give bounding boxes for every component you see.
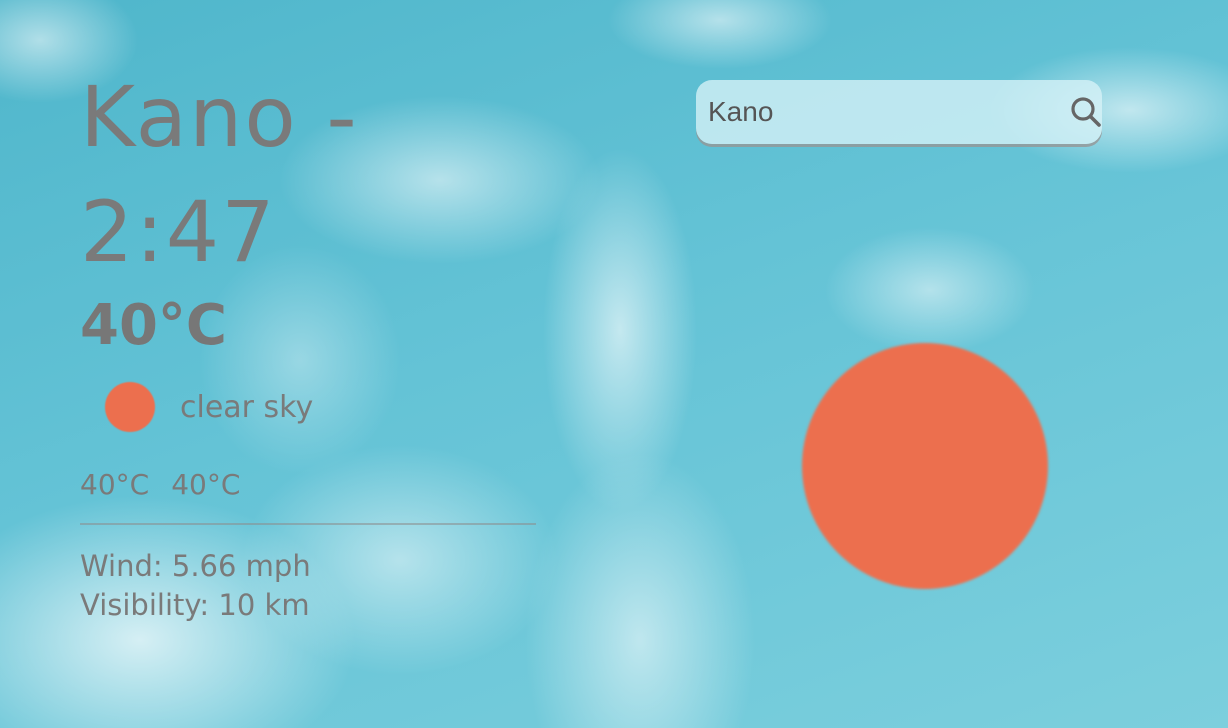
weather-details: Wind: 5.66 mph Visibility: 10 km	[80, 547, 536, 625]
search-button[interactable]	[1069, 91, 1103, 133]
visibility: Visibility: 10 km	[80, 588, 310, 622]
condition-text: clear sky	[180, 389, 314, 425]
temp-max: 40°C	[171, 468, 241, 501]
min-max-temperature: 40°C 40°C	[80, 468, 536, 501]
weather-info-panel: Kano - 2:47 40°C clear sky 40°C 40°C Win…	[80, 60, 536, 625]
divider	[80, 523, 536, 525]
condition-row: clear sky	[105, 382, 536, 432]
temp-min: 40°C	[80, 468, 150, 501]
sun-icon	[802, 343, 1048, 589]
sun-icon	[105, 382, 155, 432]
local-time: 2:47	[80, 183, 277, 281]
title-separator: -	[326, 68, 359, 166]
city-time-heading: Kano - 2:47	[80, 60, 460, 290]
current-temperature: 40°C	[80, 293, 228, 358]
search-input[interactable]	[708, 96, 1069, 128]
city-name: Kano	[80, 68, 298, 166]
wind-speed: Wind: 5.66 mph	[80, 549, 311, 583]
search-bar	[696, 80, 1102, 144]
search-icon	[1071, 97, 1101, 127]
